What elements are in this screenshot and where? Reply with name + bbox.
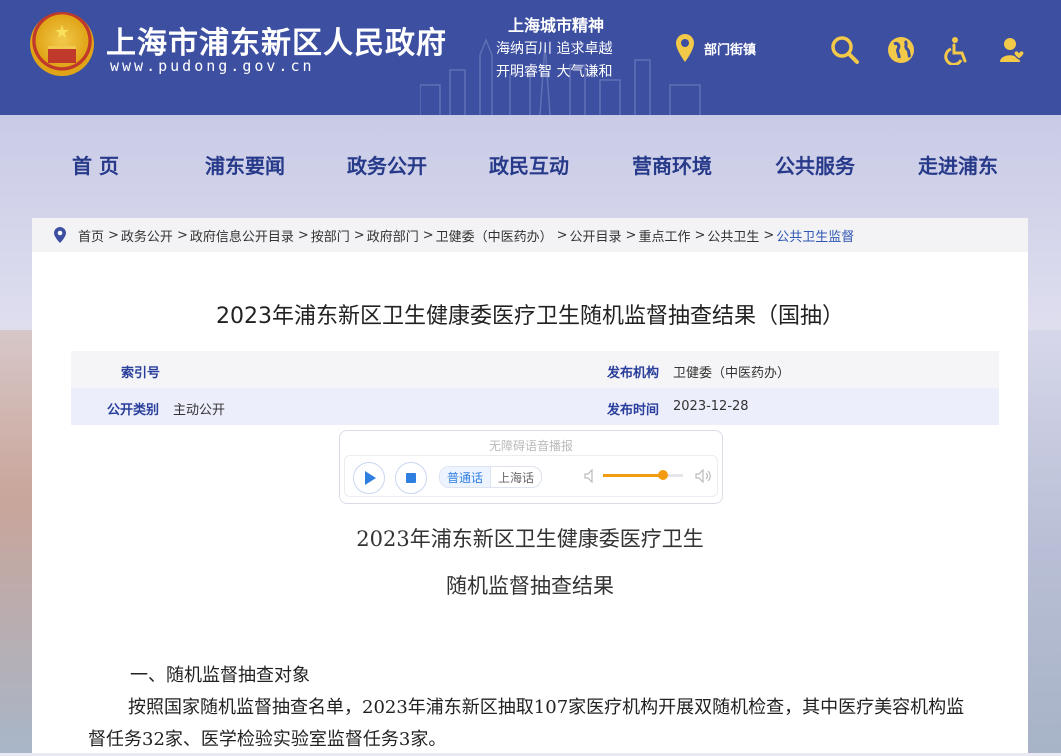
breadcrumb-item[interactable]: 公共卫生: [707, 226, 759, 245]
nav-item-about[interactable]: 走进浦东: [918, 150, 998, 179]
dept-street-label: 部门街镇: [704, 42, 757, 58]
site-url: www.pudong.gov.cn: [110, 57, 315, 75]
globe-icon[interactable]: [884, 33, 918, 67]
volume-high-icon[interactable]: [695, 468, 711, 484]
body-title: 2023年浦东新区卫生健康委医疗卫生: [356, 527, 704, 551]
breadcrumb-item[interactable]: 政务公开: [121, 226, 173, 245]
dept-street-link[interactable]: 部门街镇: [676, 34, 756, 62]
location-pin-icon: [676, 34, 694, 62]
body-title: 随机监督抽查结果: [446, 574, 614, 598]
breadcrumb-item[interactable]: 按部门: [311, 226, 350, 245]
volume-slider[interactable]: [603, 470, 683, 480]
breadcrumb-item[interactable]: 政府部门: [367, 226, 419, 245]
breadcrumb-item[interactable]: 卫健委（中医药办）: [436, 226, 553, 245]
lang-mandarin[interactable]: 普通话: [440, 467, 491, 487]
city-spirit-line: 开明睿智 大气谦和: [496, 64, 613, 80]
breadcrumb-item[interactable]: 政府信息公开目录: [190, 226, 294, 245]
nav-item-services[interactable]: 公共服务: [775, 150, 855, 179]
player-hint: 无障碍语音播报: [488, 439, 573, 453]
player-controls: 普通话 上海话: [344, 455, 718, 497]
nav-item-gov-affairs[interactable]: 政务公开: [347, 150, 427, 179]
category-value: 主动公开: [173, 403, 226, 418]
volume-low-icon[interactable]: [583, 468, 599, 484]
background-photo-right: [1026, 330, 1061, 753]
language-toggle: 普通话 上海话: [439, 466, 543, 488]
voice-player: 无障碍语音播报 普通话 上海话: [339, 430, 723, 504]
nav-item-news[interactable]: 浦东要闻: [205, 150, 285, 179]
site-title[interactable]: 上海市浦东新区人民政府: [106, 18, 447, 62]
body-paragraph: 按照国家随机监督抽查名单，2023年浦东新区抽取107家医疗机构开展双随机检查，…: [88, 697, 965, 750]
main-nav: 首 页 浦东要闻 政务公开 政民互动 营商环境 公共服务 走进浦东: [0, 140, 1061, 186]
lang-shanghainese[interactable]: 上海话: [490, 467, 541, 487]
nav-item-interaction[interactable]: 政民互动: [489, 150, 569, 179]
user-icon[interactable]: [996, 33, 1030, 67]
breadcrumb-item[interactable]: 公开目录: [570, 226, 622, 245]
content-panel: 首页 > 政务公开 > 政府信息公开目录 > 按部门 > 政府部门 > 卫健委（中医药办）…: [32, 218, 1028, 753]
breadcrumb: 首页 > 政务公开 > 政府信息公开目录 > 按部门 > 政府部门 > 卫健委（中医药办）…: [32, 218, 1028, 252]
nav-item-home[interactable]: 首 页: [72, 150, 119, 179]
index-label: 索引号: [121, 366, 161, 381]
section-heading: 一、随机监督抽查对象: [130, 665, 310, 686]
meta-row: 索引号 发布机构 卫健委（中医药办）: [71, 351, 999, 388]
header-tools: [828, 33, 1030, 67]
org-label: 发布机构: [607, 366, 660, 381]
article-meta: 索引号 发布机构 卫健委（中医药办） 公开类别 主动公开 发布时间 2023-1…: [71, 351, 999, 425]
play-button[interactable]: [353, 462, 385, 494]
date-label: 发布时间: [607, 403, 660, 418]
breadcrumb-item[interactable]: 重点工作: [638, 226, 690, 245]
national-emblem[interactable]: ★: [30, 12, 94, 76]
volume-knob[interactable]: [658, 470, 668, 480]
breadcrumb-current[interactable]: 公共卫生监督: [776, 226, 854, 245]
stop-button[interactable]: [395, 462, 427, 494]
date-value: 2023-12-28: [673, 399, 749, 414]
volume-fill: [603, 474, 663, 477]
city-spirit-title: 上海城市精神: [508, 16, 605, 35]
breadcrumb-item[interactable]: 首页: [78, 226, 104, 245]
site-header: ★ 上海市浦东新区人民政府 www.pudong.gov.cn 上海城市精神 海…: [0, 0, 1061, 115]
org-value: 卫健委（中医药办）: [673, 366, 791, 381]
nav-item-business[interactable]: 营商环境: [632, 150, 712, 179]
accessibility-icon[interactable]: [940, 33, 974, 67]
location-pin-icon: [54, 227, 66, 243]
category-label: 公开类别: [107, 403, 160, 418]
city-spirit-line: 海纳百川 追求卓越: [496, 41, 613, 57]
meta-row: 公开类别 主动公开 发布时间 2023-12-28: [71, 388, 999, 425]
search-icon[interactable]: [828, 33, 862, 67]
article-title: 2023年浦东新区卫生健康委医疗卫生随机监督抽查结果（国抽）: [216, 304, 844, 329]
